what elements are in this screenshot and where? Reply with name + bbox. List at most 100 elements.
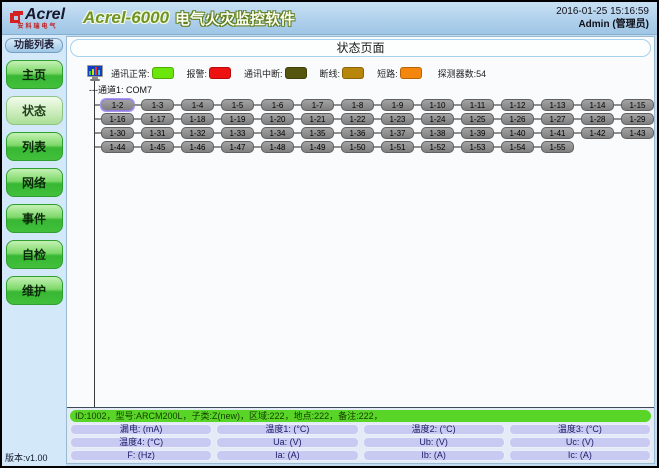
node-button-1-36[interactable]: 1-36 bbox=[341, 127, 374, 139]
node-button-1-17[interactable]: 1-17 bbox=[141, 113, 174, 125]
node-button-1-52[interactable]: 1-52 bbox=[421, 141, 454, 153]
legend-item: 短路: bbox=[377, 67, 422, 80]
node-connector bbox=[134, 132, 141, 134]
node-button-1-37[interactable]: 1-37 bbox=[381, 127, 414, 139]
node-button-1-13[interactable]: 1-13 bbox=[541, 99, 574, 111]
node-connector bbox=[174, 146, 181, 148]
detail-cell: 温度4: (°C) bbox=[70, 437, 212, 448]
node-button-1-43[interactable]: 1-43 bbox=[621, 127, 654, 139]
node-button-1-31[interactable]: 1-31 bbox=[141, 127, 174, 139]
node-connector bbox=[494, 118, 501, 120]
acrel-logo-top: Acrel bbox=[10, 7, 65, 23]
node-button-1-15[interactable]: 1-15 bbox=[621, 99, 654, 111]
sidebar-item-列表[interactable]: 列表 bbox=[6, 132, 63, 161]
node-button-1-9[interactable]: 1-9 bbox=[381, 99, 414, 111]
node-button-1-50[interactable]: 1-50 bbox=[341, 141, 374, 153]
node-button-1-8[interactable]: 1-8 bbox=[341, 99, 374, 111]
node-button-1-22[interactable]: 1-22 bbox=[341, 113, 374, 125]
detail-cell: 温度3: (°C) bbox=[509, 424, 651, 435]
node-button-1-25[interactable]: 1-25 bbox=[461, 113, 494, 125]
node-button-1-38[interactable]: 1-38 bbox=[421, 127, 454, 139]
node-button-1-11[interactable]: 1-11 bbox=[461, 99, 494, 111]
node-button-1-24[interactable]: 1-24 bbox=[421, 113, 454, 125]
node-button-1-48[interactable]: 1-48 bbox=[261, 141, 294, 153]
legend-label: 短路: bbox=[377, 67, 398, 80]
legend-swatch bbox=[152, 67, 174, 79]
app-title: Acrel-6000 电气火灾监控软件 bbox=[83, 8, 295, 29]
detail-cell: Ib: (A) bbox=[363, 450, 505, 461]
detector-count-label: 探测器数:54 bbox=[438, 67, 487, 80]
node-button-1-46[interactable]: 1-46 bbox=[181, 141, 214, 153]
node-button-1-30[interactable]: 1-30 bbox=[101, 127, 134, 139]
node-connector bbox=[174, 104, 181, 106]
sidebar-item-事件[interactable]: 事件 bbox=[6, 204, 63, 233]
node-button-1-33[interactable]: 1-33 bbox=[221, 127, 254, 139]
node-button-1-23[interactable]: 1-23 bbox=[381, 113, 414, 125]
channel-label[interactable]: ---通道1: COM7 bbox=[67, 84, 654, 96]
node-button-1-34[interactable]: 1-34 bbox=[261, 127, 294, 139]
node-button-1-14[interactable]: 1-14 bbox=[581, 99, 614, 111]
node-button-1-21[interactable]: 1-21 bbox=[301, 113, 334, 125]
detail-panel: ID:1002，型号:ARCM200L，子类:Z(new)，区域:222，地点:… bbox=[67, 407, 654, 463]
detail-cell: Uc: (V) bbox=[509, 437, 651, 448]
legend-label: 断线: bbox=[320, 67, 341, 80]
legend-row: 通讯正常:报警:通讯中断:断线:短路: 探测器数:54 bbox=[87, 62, 654, 84]
node-connector bbox=[454, 104, 461, 106]
detail-cell: Ua: (V) bbox=[216, 437, 358, 448]
datetime-label: 2016-01-25 15:16:59 bbox=[556, 5, 649, 18]
sidebar-item-状态[interactable]: 状态 bbox=[6, 96, 63, 125]
node-button-1-45[interactable]: 1-45 bbox=[141, 141, 174, 153]
node-button-1-19[interactable]: 1-19 bbox=[221, 113, 254, 125]
node-button-1-55[interactable]: 1-55 bbox=[541, 141, 574, 153]
node-button-1-40[interactable]: 1-40 bbox=[501, 127, 534, 139]
legend-label: 通讯中断: bbox=[244, 67, 283, 80]
node-connector bbox=[374, 132, 381, 134]
sidebar-item-自检[interactable]: 自检 bbox=[6, 240, 63, 269]
sidebar-header: 功能列表 bbox=[5, 38, 63, 53]
node-connector bbox=[574, 104, 581, 106]
node-connector bbox=[414, 104, 421, 106]
channel-monitor-icon[interactable] bbox=[87, 65, 105, 81]
node-button-1-26[interactable]: 1-26 bbox=[501, 113, 534, 125]
node-button-1-39[interactable]: 1-39 bbox=[461, 127, 494, 139]
node-button-1-28[interactable]: 1-28 bbox=[581, 113, 614, 125]
node-connector bbox=[574, 118, 581, 120]
node-button-1-29[interactable]: 1-29 bbox=[621, 113, 654, 125]
node-button-1-35[interactable]: 1-35 bbox=[301, 127, 334, 139]
node-button-1-42[interactable]: 1-42 bbox=[581, 127, 614, 139]
node-button-1-18[interactable]: 1-18 bbox=[181, 113, 214, 125]
sidebar-item-网络[interactable]: 网络 bbox=[6, 168, 63, 197]
node-button-1-47[interactable]: 1-47 bbox=[221, 141, 254, 153]
node-button-1-32[interactable]: 1-32 bbox=[181, 127, 214, 139]
node-button-1-2[interactable]: 1-2 bbox=[101, 99, 134, 111]
node-button-1-10[interactable]: 1-10 bbox=[421, 99, 454, 111]
node-button-1-3[interactable]: 1-3 bbox=[141, 99, 174, 111]
node-button-1-53[interactable]: 1-53 bbox=[461, 141, 494, 153]
node-button-1-51[interactable]: 1-51 bbox=[381, 141, 414, 153]
node-button-1-54[interactable]: 1-54 bbox=[501, 141, 534, 153]
node-connector bbox=[334, 104, 341, 106]
node-button-1-6[interactable]: 1-6 bbox=[261, 99, 294, 111]
node-button-1-12[interactable]: 1-12 bbox=[501, 99, 534, 111]
node-rows: 1-2 1-3 1-4 1-5 1-6 1-7 1-8 1-9 1-10 1-11 1-12 1-13… bbox=[67, 98, 654, 154]
node-button-1-41[interactable]: 1-41 bbox=[541, 127, 574, 139]
node-button-1-5[interactable]: 1-5 bbox=[221, 99, 254, 111]
node-button-1-16[interactable]: 1-16 bbox=[101, 113, 134, 125]
node-connector bbox=[414, 146, 421, 148]
node-connector bbox=[254, 132, 261, 134]
page-title: 状态页面 bbox=[70, 39, 651, 57]
node-button-1-20[interactable]: 1-20 bbox=[261, 113, 294, 125]
node-button-1-4[interactable]: 1-4 bbox=[181, 99, 214, 111]
node-button-1-44[interactable]: 1-44 bbox=[101, 141, 134, 153]
node-button-1-7[interactable]: 1-7 bbox=[301, 99, 334, 111]
device-tree: ---通道1: COM7 1-2 1-3 1-4 1-5 1-6 1-7 1-8 1-9 1-1… bbox=[67, 84, 654, 407]
node-connector bbox=[334, 146, 341, 148]
node-button-1-27[interactable]: 1-27 bbox=[541, 113, 574, 125]
node-button-1-49[interactable]: 1-49 bbox=[301, 141, 334, 153]
detail-cell: 漏电: (mA) bbox=[70, 424, 212, 435]
detail-cell: Ia: (A) bbox=[216, 450, 358, 461]
sidebar-item-维护[interactable]: 维护 bbox=[6, 276, 63, 305]
node-connector bbox=[494, 104, 501, 106]
acrel-logo-text: Acrel bbox=[25, 7, 65, 23]
sidebar-item-主页[interactable]: 主页 bbox=[6, 60, 63, 89]
